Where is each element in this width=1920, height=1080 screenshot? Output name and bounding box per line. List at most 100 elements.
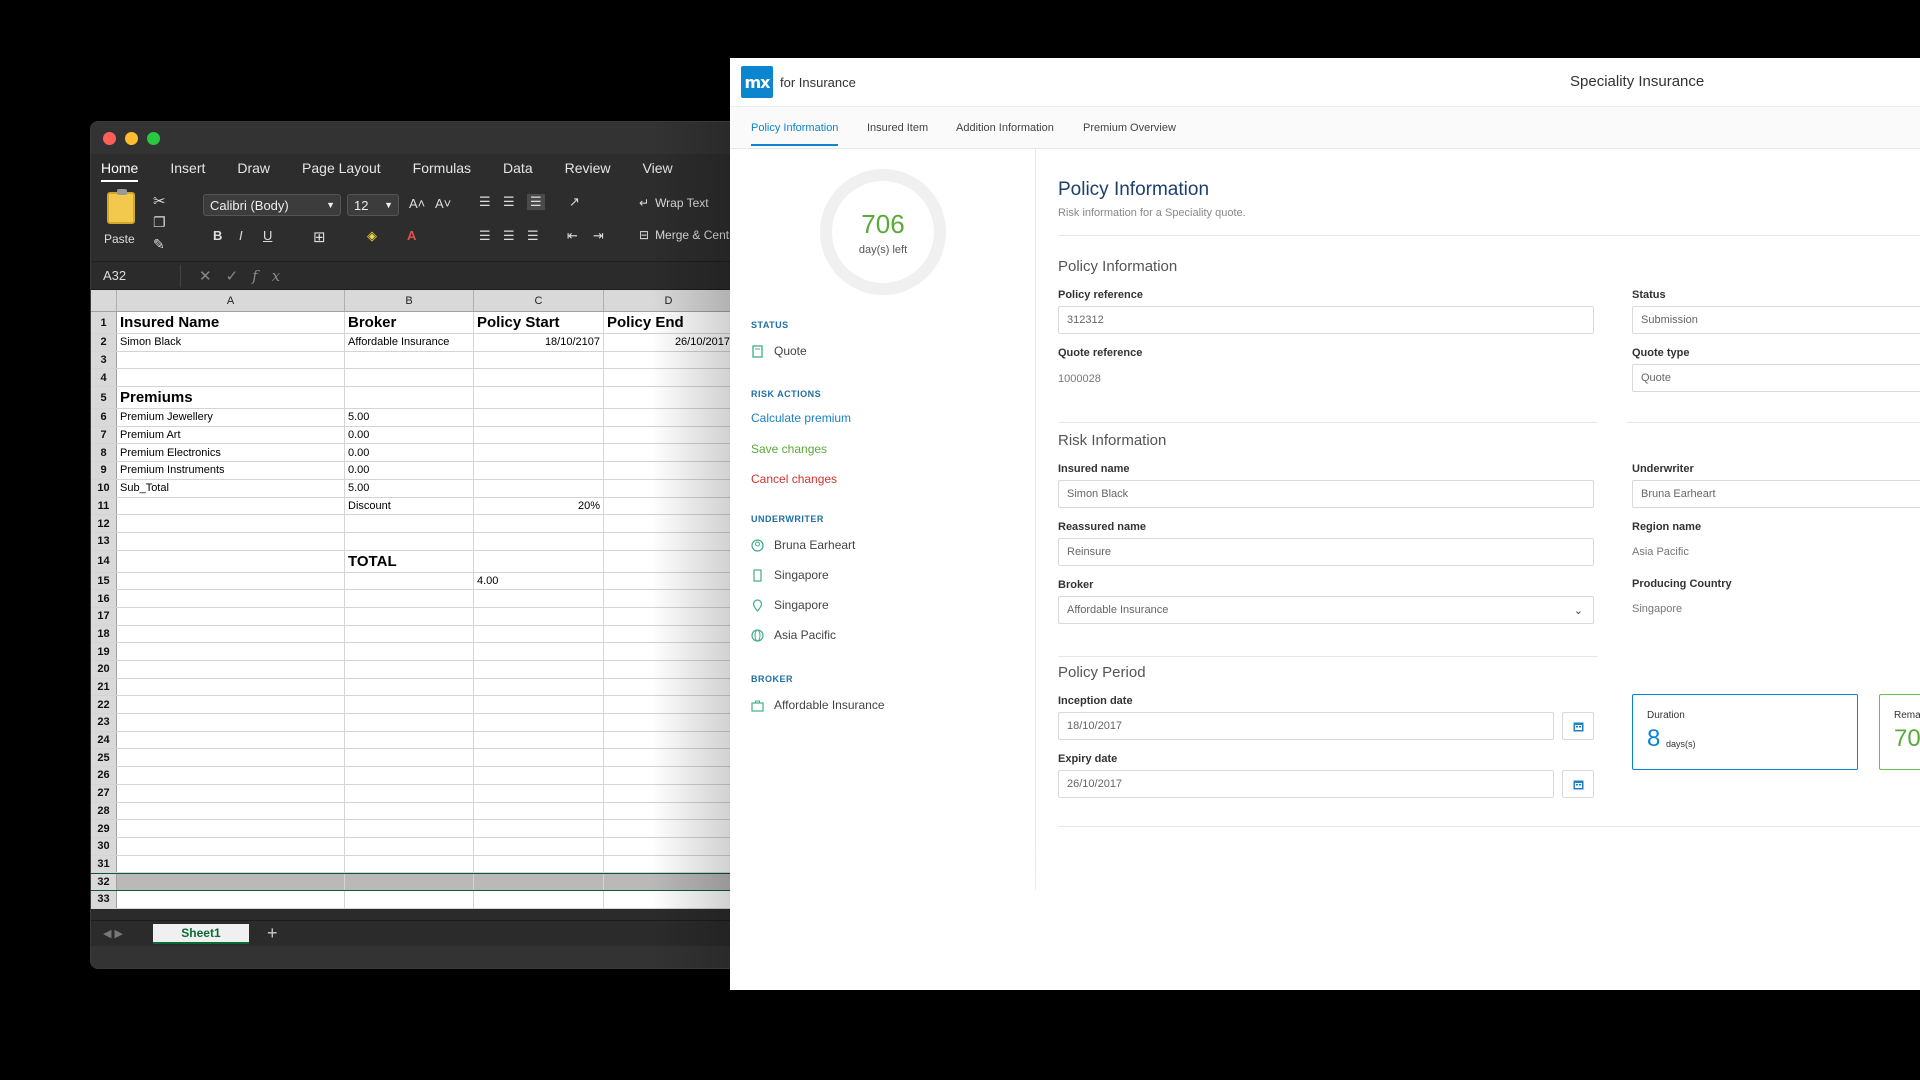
align-bottom-icon[interactable]: ☰ [527,194,545,210]
column-header-c[interactable]: C [474,290,604,311]
cell-a3[interactable] [117,351,345,369]
cell-c8[interactable] [474,444,604,462]
status-input[interactable]: Submission [1632,306,1920,334]
reassured-name-input[interactable]: Reinsure [1058,538,1594,566]
increase-indent-icon[interactable]: ⇥ [593,228,604,244]
cell-a8[interactable]: Premium Electronics [117,444,345,462]
row-header[interactable]: 10 [91,479,117,497]
cell-c14[interactable] [474,550,604,572]
italic-button[interactable]: I [239,228,243,243]
cell-c23[interactable] [474,714,604,731]
cancel-changes-link[interactable]: Cancel changes [751,472,837,486]
cell-a4[interactable] [117,369,345,387]
cell-a28[interactable] [117,802,345,820]
select-all-corner[interactable] [91,290,117,311]
cell-d9[interactable] [604,462,734,479]
row-header[interactable]: 23 [91,714,117,731]
cell-b4[interactable] [345,369,474,387]
cell-a20[interactable] [117,661,345,678]
underwriter-input[interactable]: Bruna Earheart [1632,480,1920,508]
cell-a10[interactable]: Sub_Total [117,479,345,497]
cell-b6[interactable]: 5.00 [345,409,474,426]
cell-b20[interactable] [345,661,474,678]
row-header[interactable]: 6 [91,409,117,426]
row-header[interactable]: 27 [91,784,117,802]
row-header[interactable]: 20 [91,661,117,678]
cell-c9[interactable] [474,462,604,479]
cell-b31[interactable] [345,855,474,873]
cell-a12[interactable] [117,515,345,532]
cell-a30[interactable] [117,837,345,855]
row-header[interactable]: 5 [91,387,117,409]
cell-d28[interactable] [604,802,734,820]
cell-b30[interactable] [345,837,474,855]
fill-color-icon[interactable]: ◈ [367,228,377,244]
row-header[interactable]: 3 [91,351,117,369]
cell-d13[interactable] [604,532,734,550]
ribbon-tab-page-layout[interactable]: Page Layout [302,160,381,182]
cell-a24[interactable] [117,731,345,749]
copy-icon[interactable]: ❐ [153,214,166,231]
cell-d16[interactable] [604,590,734,607]
cell-a15[interactable] [117,572,345,590]
cell-b21[interactable] [345,678,474,696]
row-header[interactable]: 11 [91,497,117,515]
cell-a5[interactable]: Premiums [117,387,345,409]
cell-a25[interactable] [117,749,345,767]
align-middle-icon[interactable]: ☰ [503,194,515,210]
borders-icon[interactable]: ⊞ [313,228,326,246]
cell-d3[interactable] [604,351,734,369]
ribbon-tab-insert[interactable]: Insert [170,160,205,182]
tab-insured-item[interactable]: Insured Item [867,122,928,134]
cell-c21[interactable] [474,678,604,696]
row-header[interactable]: 26 [91,767,117,784]
cell-c12[interactable] [474,515,604,532]
broker-select[interactable]: Affordable Insurance ⌄ [1058,596,1594,624]
ribbon-tab-review[interactable]: Review [565,160,611,182]
cell-b9[interactable]: 0.00 [345,462,474,479]
cell-d27[interactable] [604,784,734,802]
font-size-select[interactable]: 12 ▼ [347,194,399,216]
underline-button[interactable]: U [263,228,272,243]
decrease-indent-icon[interactable]: ⇤ [567,228,578,244]
cell-c10[interactable] [474,479,604,497]
cell-c20[interactable] [474,661,604,678]
row-header[interactable]: 15 [91,572,117,590]
tab-addition-information[interactable]: Addition Information [956,122,1054,134]
cell-d19[interactable] [604,643,734,660]
cell-b1[interactable]: Broker [345,312,474,333]
cell-a13[interactable] [117,532,345,550]
cell-b7[interactable]: 0.00 [345,426,474,444]
row-header[interactable]: 33 [91,890,117,908]
expiry-date-input[interactable]: 26/10/2017 [1058,770,1554,798]
cell-a2[interactable]: Simon Black [117,334,345,351]
cell-b26[interactable] [345,767,474,784]
tab-premium-overview[interactable]: Premium Overview [1083,122,1176,134]
cell-d25[interactable] [604,749,734,767]
cell-c13[interactable] [474,532,604,550]
cell-b12[interactable] [345,515,474,532]
cell-b16[interactable] [345,590,474,607]
cell-a27[interactable] [117,784,345,802]
cell-c26[interactable] [474,767,604,784]
cell-b8[interactable]: 0.00 [345,444,474,462]
align-left-icon[interactable]: ☰ [479,228,491,244]
cell-a26[interactable] [117,767,345,784]
calendar-icon[interactable] [1562,712,1594,740]
row-header[interactable]: 29 [91,820,117,837]
cell-d1[interactable]: Policy End [604,312,734,333]
row-header[interactable]: 28 [91,802,117,820]
add-sheet-button[interactable]: + [267,923,278,944]
cell-d26[interactable] [604,767,734,784]
cell-d18[interactable] [604,625,734,643]
tab-policy-information[interactable]: Policy Information [751,122,839,146]
ribbon-tab-draw[interactable]: Draw [237,160,270,182]
cell-d17[interactable] [604,607,734,625]
cell-d12[interactable] [604,515,734,532]
cell-b5[interactable] [345,387,474,409]
minimize-window-button[interactable] [125,131,138,145]
cell-b15[interactable] [345,572,474,590]
sheet-scroll-arrows-icon[interactable]: ◀ ▶ [103,927,123,940]
ribbon-tab-data[interactable]: Data [503,160,533,182]
zoom-window-button[interactable] [147,131,160,145]
